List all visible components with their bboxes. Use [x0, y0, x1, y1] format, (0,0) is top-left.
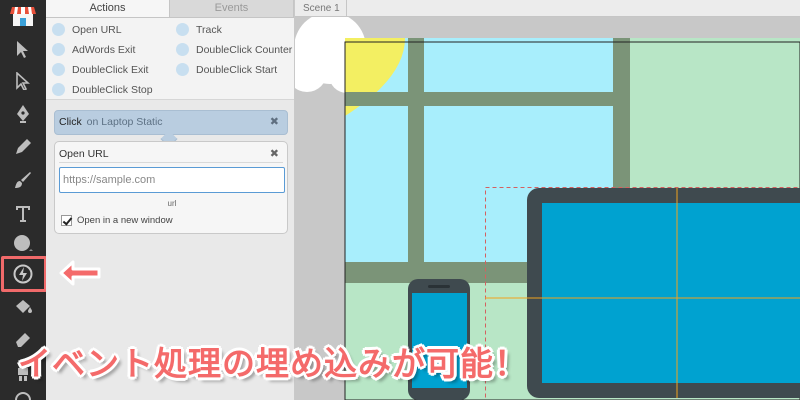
pencil-icon[interactable] — [0, 130, 46, 164]
action-dot-icon — [52, 23, 65, 36]
action-adwords-exit[interactable]: AdWords Exit — [52, 43, 135, 56]
direct-select-icon[interactable] — [0, 64, 46, 98]
action-doubleclick-counter[interactable]: DoubleClick Counter — [176, 43, 292, 56]
scene-tab-bar: Scene 1 — [295, 0, 800, 17]
action-label: DoubleClick Counter — [196, 43, 293, 56]
action-label: Open URL — [72, 23, 122, 36]
close-icon[interactable]: ✖ — [270, 111, 279, 134]
open-url-title: Open URL — [59, 142, 283, 163]
action-label: Track — [196, 23, 222, 36]
tab-scene-1[interactable]: Scene 1 — [295, 0, 347, 17]
action-dot-icon — [176, 63, 189, 76]
action-dot-icon — [176, 43, 189, 56]
action-dot-icon — [176, 23, 189, 36]
action-track[interactable]: Track — [176, 23, 222, 36]
fill-bucket-icon[interactable] — [0, 290, 46, 324]
pen-icon[interactable] — [0, 97, 46, 131]
tool-highlight-frame — [1, 256, 47, 292]
text-icon[interactable] — [0, 196, 46, 230]
panel-tabs: Actions Events — [46, 0, 294, 18]
tab-actions[interactable]: Actions — [46, 0, 170, 17]
event-target-label: on Laptop Static — [86, 116, 163, 128]
action-label: DoubleClick Start — [196, 63, 278, 76]
event-trigger-bar[interactable]: Click on Laptop Static ✖ — [54, 110, 288, 135]
event-trigger-label: Click — [59, 116, 82, 128]
open-new-window-option[interactable]: Open in a new window — [61, 215, 173, 226]
action-doubleclick-start[interactable]: DoubleClick Start — [176, 63, 277, 76]
close-icon[interactable]: ✖ — [270, 147, 279, 160]
rotate-icon[interactable] — [0, 383, 46, 400]
ellipse-icon[interactable] — [0, 226, 46, 260]
action-list: Open URL AdWords Exit DoubleClick Exit D… — [46, 18, 294, 100]
tab-events[interactable]: Events — [170, 0, 294, 17]
action-doubleclick-stop[interactable]: DoubleClick Stop — [52, 83, 153, 96]
new-window-label: Open in a new window — [77, 215, 173, 226]
url-field-caption: url — [167, 199, 177, 208]
action-label: AdWords Exit — [72, 43, 136, 56]
left-arrow-icon — [59, 260, 101, 286]
action-dot-icon — [52, 63, 65, 76]
brush-icon[interactable] — [0, 163, 46, 197]
action-dot-icon — [52, 83, 65, 96]
action-dot-icon — [52, 43, 65, 56]
select-arrow-icon[interactable] — [0, 32, 46, 66]
url-input[interactable] — [59, 167, 285, 193]
action-label: DoubleClick Exit — [72, 63, 149, 76]
action-label: DoubleClick Stop — [72, 83, 153, 96]
overlay-caption: イベント処理の埋め込みが可能！ — [18, 344, 528, 383]
action-open-url[interactable]: Open URL — [52, 23, 122, 36]
action-doubleclick-exit[interactable]: DoubleClick Exit — [52, 63, 148, 76]
open-url-action-box: Open URL ✖ url Open in a new window — [54, 141, 288, 234]
store-icon[interactable] — [0, 0, 46, 32]
new-window-checkbox[interactable] — [61, 215, 72, 226]
